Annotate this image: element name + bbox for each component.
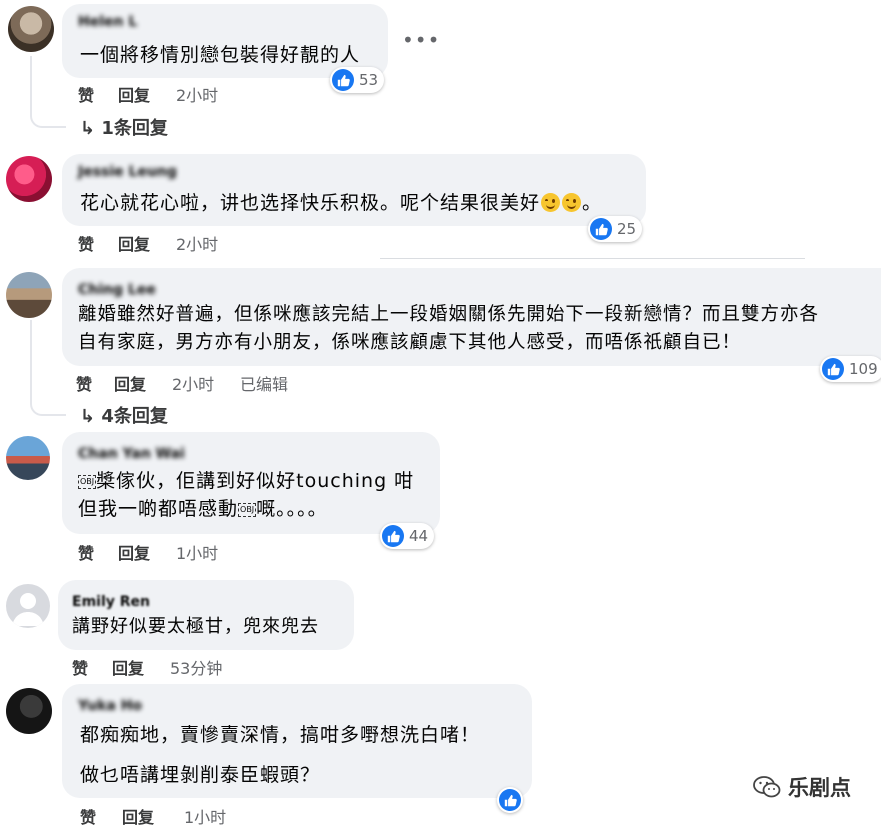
reply-button[interactable]: 回复: [114, 371, 146, 395]
comment-time[interactable]: 1小时: [184, 804, 226, 828]
watermark-text: 乐剧点: [788, 776, 851, 800]
comment-author[interactable]: Yuka Ho: [78, 698, 142, 714]
reaction-number: 25: [617, 220, 637, 238]
reaction-number: 109: [849, 360, 878, 378]
comment-text-line: 自有家庭，男方亦有小朋友，係咪應該顧慮下其他人感受，而唔係祇顧自已！: [78, 332, 742, 353]
comment-bubble: Chan Yan Wai OBJ 槳傢伙，佢講到好似好touching 咁 但我一…: [62, 432, 440, 534]
reply-thread-line: [30, 56, 66, 128]
comment-bubble: Emily Ren 講野好似要太極甘，兜來兜去: [58, 580, 354, 650]
comment-author[interactable]: Jessie Leung: [78, 164, 177, 180]
divider: [380, 258, 805, 259]
smiling-face-emoji-icon: [562, 193, 582, 212]
more-options-icon[interactable]: •••: [402, 28, 440, 52]
comment-text-part: 但我一啲都唔感動: [78, 498, 239, 520]
like-button[interactable]: 赞: [78, 82, 94, 106]
reaction-number: 53: [359, 71, 379, 89]
reply-button[interactable]: 回复: [112, 655, 144, 679]
avatar[interactable]: [6, 436, 50, 480]
reaction-count[interactable]: 109: [820, 356, 881, 382]
comment-text-main: 花心就花心啦，讲也选择快乐积极。呢个结果很美好: [80, 192, 541, 214]
comment-text-part: 嘅。。。。: [256, 498, 328, 520]
like-button[interactable]: 赞: [72, 655, 88, 679]
avatar[interactable]: [6, 584, 50, 628]
reply-button[interactable]: 回复: [122, 804, 154, 828]
like-button[interactable]: 赞: [78, 231, 94, 255]
comment-text: 講野好似要太極甘，兜來兜去: [72, 616, 319, 637]
thumbs-up-icon: [382, 525, 404, 547]
wechat-icon: [753, 776, 781, 798]
like-button[interactable]: 赞: [78, 540, 94, 564]
reply-button[interactable]: 回复: [118, 540, 150, 564]
reply-button[interactable]: 回复: [118, 82, 150, 106]
reply-thread-line: [30, 320, 66, 416]
smiling-face-emoji-icon: [541, 193, 561, 212]
comment-text-line: 離婚雖然好普遍，但係咪應該完結上一段婚姻關係先開始下一段新戀情？而且雙方亦各: [78, 304, 820, 325]
reaction-count[interactable]: 44: [380, 523, 435, 549]
thumbs-up-icon: [332, 69, 354, 91]
comment-time[interactable]: 2小时: [172, 371, 214, 395]
edited-label: 已编辑: [240, 375, 289, 394]
comment-text: 花心就花心啦，讲也选择快乐积极。呢个结果很美好 。: [80, 188, 602, 218]
view-replies-link[interactable]: ↳ 1条回复: [80, 114, 168, 140]
comment-time[interactable]: 2小时: [176, 231, 218, 255]
reaction-count[interactable]: 53: [330, 67, 385, 93]
comment-author[interactable]: Emily Ren: [72, 594, 150, 610]
reaction-count[interactable]: [497, 787, 523, 813]
comment-author[interactable]: Ching Lee: [78, 282, 156, 298]
comment-time[interactable]: 53分钟: [170, 655, 222, 679]
embedded-object-placeholder: OBJ: [238, 503, 257, 517]
thumbs-up-icon: [590, 218, 612, 240]
reaction-count[interactable]: 25: [588, 216, 643, 242]
avatar[interactable]: [6, 688, 52, 734]
comment-time[interactable]: 2小时: [176, 82, 218, 106]
comment-text-line: 都痴痴地，賣慘賣深情，搞咁多嘢想洗白啫！: [80, 724, 481, 746]
reply-button[interactable]: 回复: [118, 231, 150, 255]
comment-bubble: Jessie Leung 花心就花心啦，讲也选择快乐积极。呢个结果很美好 。: [62, 154, 646, 226]
reaction-number: 44: [409, 527, 429, 545]
comment-text: 一個將移情別戀包裝得好靚的人: [80, 44, 361, 66]
avatar[interactable]: [6, 156, 52, 202]
watermark: 乐剧点: [752, 772, 851, 802]
comment-bubble: Ching Lee 離婚雖然好普遍，但係咪應該完結上一段婚姻關係先開始下一段新戀…: [62, 268, 881, 366]
thumbs-up-icon: [822, 358, 844, 380]
default-avatar-icon: [12, 593, 44, 626]
embedded-object-placeholder: OBJ: [78, 475, 97, 489]
comment-text-part: 槳傢伙，佢講到好似好touching 咁: [96, 470, 415, 492]
comment-text-end: 。: [582, 192, 603, 214]
comment-text-line: OBJ 槳傢伙，佢講到好似好touching 咁: [78, 466, 414, 496]
comment-author[interactable]: Helen L: [78, 14, 137, 30]
avatar[interactable]: [8, 6, 54, 52]
like-button[interactable]: 赞: [80, 804, 96, 828]
like-button[interactable]: 赞: [76, 371, 92, 395]
comment-author[interactable]: Chan Yan Wai: [78, 446, 185, 462]
thumbs-up-icon: [499, 789, 521, 811]
comment-time[interactable]: 1小时: [176, 540, 218, 564]
view-replies-link[interactable]: ↳ 4条回复: [80, 402, 168, 428]
avatar[interactable]: [6, 272, 52, 318]
comment-text-line: 但我一啲都唔感動 OBJ 嘅。。。。: [78, 494, 328, 524]
comment-bubble: Yuka Ho 都痴痴地，賣慘賣深情，搞咁多嘢想洗白啫！ 做乜唔講埋剝削泰臣蝦頭…: [62, 684, 532, 798]
comment-text-line: 做乜唔講埋剝削泰臣蝦頭？: [80, 764, 321, 786]
